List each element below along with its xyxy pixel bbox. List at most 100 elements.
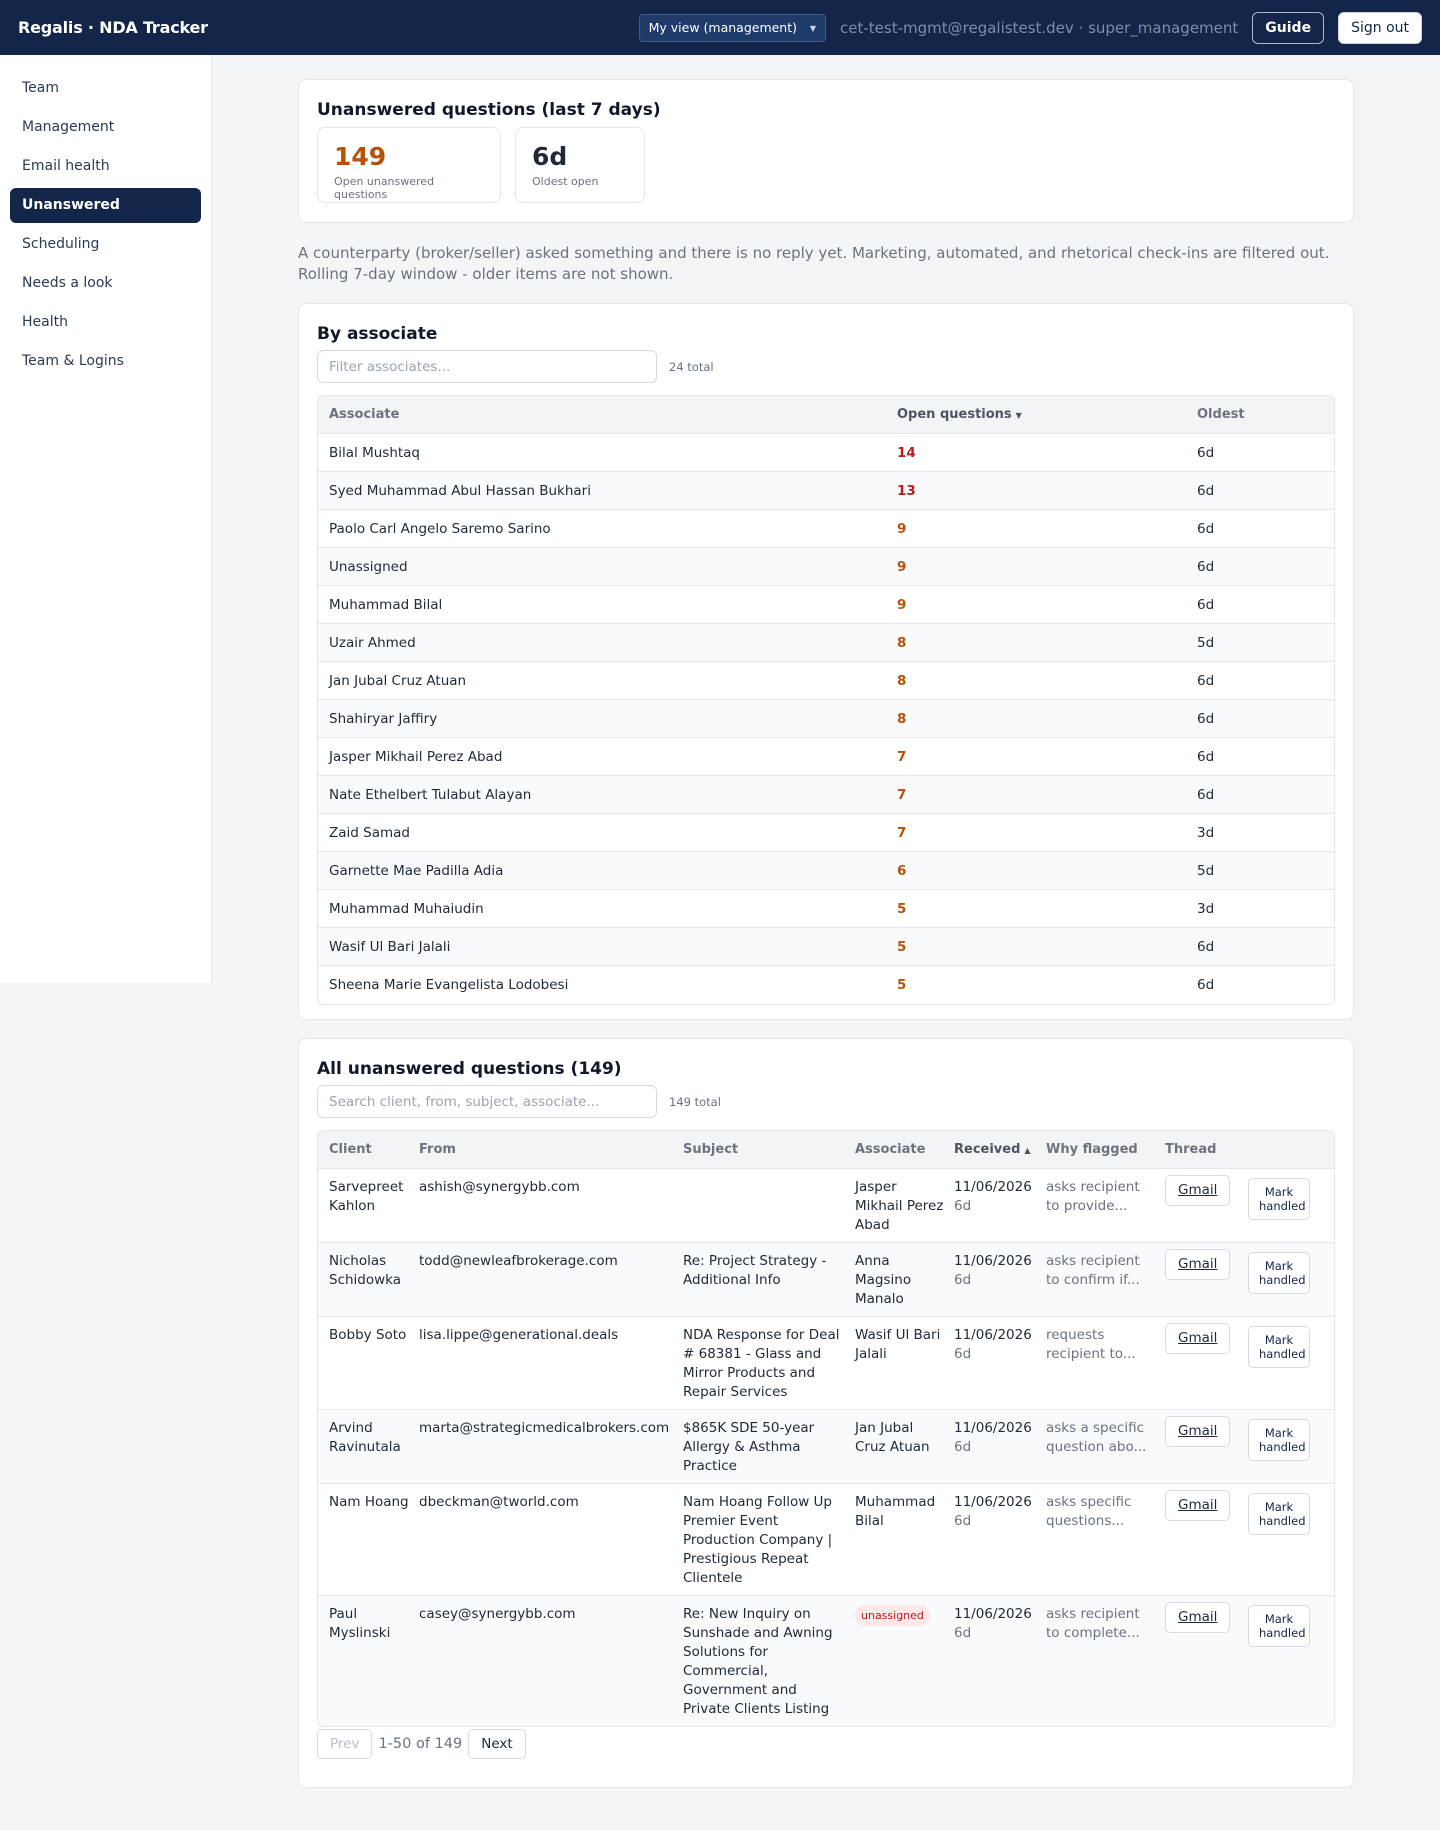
table-row[interactable]: Shahiryar Jaffiry 8 6d <box>318 700 1334 738</box>
associate-name: Wasif Ul Bari Jalali <box>329 938 451 955</box>
thread-cell: Gmail <box>1165 1602 1248 1719</box>
open-questions-count: 9 <box>897 558 907 575</box>
received-date: 11/06/2026 <box>954 1606 1032 1622</box>
col-open-questions[interactable]: Open questions ▼ <box>897 407 1197 422</box>
table-row[interactable]: Muhammad Muhaiudin 5 3d <box>318 890 1334 928</box>
guide-button[interactable]: Guide <box>1252 11 1325 44</box>
oldest-age: 6d <box>1197 938 1215 955</box>
client-cell: Nam Hoang <box>329 1494 409 1510</box>
subject-cell: Nam Hoang Follow Up Premier Event Produc… <box>683 1494 833 1586</box>
received-cell: 11/06/2026 6d <box>954 1178 1046 1235</box>
table-row[interactable]: Muhammad Bilal 9 6d <box>318 586 1334 624</box>
mark-handled-button[interactable]: Mark handled <box>1248 1178 1310 1220</box>
app-title: Regalis · NDA Tracker <box>18 18 208 37</box>
table-row: Nicholas Schidowka todd@newleafbrokerage.… <box>318 1243 1334 1317</box>
sort-desc-icon: ▼ <box>1015 411 1022 420</box>
col-associate[interactable]: Associate <box>855 1142 954 1157</box>
table-row[interactable]: Zaid Samad 7 3d <box>318 814 1334 852</box>
chevron-down-icon: ▼ <box>809 23 817 33</box>
subject-cell: Re: Project Strategy - Additional Info <box>683 1253 827 1288</box>
table-row[interactable]: Bilal Mushtaq 14 6d <box>318 434 1334 472</box>
gmail-link-button[interactable]: Gmail <box>1165 1490 1231 1521</box>
received-age: 6d <box>954 1439 972 1455</box>
table-row[interactable]: Jasper Mikhail Perez Abad 7 6d <box>318 738 1334 776</box>
view-select[interactable]: My view (management) ▼ <box>638 13 827 42</box>
thread-cell: Gmail <box>1165 1175 1248 1235</box>
sidebar-item-unanswered[interactable]: Unanswered <box>10 188 201 223</box>
table-row[interactable]: Nate Ethelbert Tulabut Alayan 7 6d <box>318 776 1334 814</box>
open-questions-count: 9 <box>897 596 907 613</box>
user-info: cet-test-mgmt@regalistest.dev · super_ma… <box>840 18 1239 37</box>
col-subject[interactable]: Subject <box>683 1142 855 1157</box>
associate-name: Jasper Mikhail Perez Abad <box>329 748 503 765</box>
prev-page-button[interactable]: Prev <box>317 1729 373 1759</box>
received-cell: 11/06/2026 6d <box>954 1419 1046 1476</box>
summary-title: Unanswered questions (last 7 days) <box>317 100 661 120</box>
subject-cell: $865K SDE 50-year Allergy & Asthma Pract… <box>683 1420 815 1474</box>
mark-handled-button[interactable]: Mark handled <box>1248 1419 1310 1461</box>
sidebar-item-health[interactable]: Health <box>10 305 201 340</box>
table-row[interactable]: Syed Muhammad Abul Hassan Bukhari 13 6d <box>318 472 1334 510</box>
table-row[interactable]: Wasif Ul Bari Jalali 5 6d <box>318 928 1334 966</box>
oldest-age: 6d <box>1197 596 1215 613</box>
action-cell: Mark handled <box>1248 1252 1310 1309</box>
associate-name: Paolo Carl Angelo Saremo Sarino <box>329 520 551 537</box>
associate-name: Jan Jubal Cruz Atuan <box>329 672 467 689</box>
col-why-flagged: Why flagged <box>1046 1142 1138 1157</box>
received-date: 11/06/2026 <box>954 1420 1032 1436</box>
gmail-link-button[interactable]: Gmail <box>1165 1249 1231 1280</box>
received-date: 11/06/2026 <box>954 1179 1032 1195</box>
table-row[interactable]: Sheena Marie Evangelista Lodobesi 5 6d <box>318 966 1334 1004</box>
mark-handled-button[interactable]: Mark handled <box>1248 1252 1310 1294</box>
col-oldest[interactable]: Oldest <box>1197 407 1245 422</box>
sort-asc-icon: ▲ <box>1024 1146 1031 1155</box>
sign-out-button[interactable]: Sign out <box>1338 11 1422 44</box>
by-associate-title: By associate <box>317 324 438 344</box>
thread-cell: Gmail <box>1165 1416 1248 1476</box>
mark-handled-button[interactable]: Mark handled <box>1248 1326 1310 1368</box>
mark-handled-button[interactable]: Mark handled <box>1248 1493 1310 1535</box>
gmail-link-button[interactable]: Gmail <box>1165 1175 1231 1206</box>
open-questions-count: 8 <box>897 634 907 651</box>
oldest-age: 5d <box>1197 634 1215 651</box>
from-cell: todd@newleafbrokerage.com <box>419 1253 618 1269</box>
filter-associates-input[interactable]: Filter associates... <box>317 350 657 383</box>
sidebar-item-team[interactable]: Team <box>10 71 201 106</box>
oldest-age: 6d <box>1197 520 1215 537</box>
open-questions-count: 8 <box>897 710 907 727</box>
open-questions-count: 13 <box>897 482 916 499</box>
mark-handled-button[interactable]: Mark handled <box>1248 1605 1310 1647</box>
open-questions-count: 14 <box>897 444 916 461</box>
table-row[interactable]: Uzair Ahmed 8 5d <box>318 624 1334 662</box>
oldest-age: 6d <box>1197 444 1215 461</box>
by-associate-card: By associate Filter associates... 24 tot… <box>298 303 1354 1020</box>
search-questions-input[interactable]: Search client, from, subject, associate.… <box>317 1085 657 1118</box>
open-questions-count: 7 <box>897 824 907 841</box>
why-flagged-cell: asks recipient to provide... <box>1046 1179 1140 1214</box>
table-row[interactable]: Paolo Carl Angelo Saremo Sarino 9 6d <box>318 510 1334 548</box>
sidebar-item-management[interactable]: Management <box>10 110 201 145</box>
table-row[interactable]: Unassigned 9 6d <box>318 548 1334 586</box>
from-cell: casey@synergybb.com <box>419 1606 576 1622</box>
gmail-link-button[interactable]: Gmail <box>1165 1416 1231 1447</box>
col-from[interactable]: From <box>419 1142 683 1157</box>
action-cell: Mark handled <box>1248 1178 1310 1235</box>
sidebar-item-email-health[interactable]: Email health <box>10 149 201 184</box>
associate-cell: unassigned <box>855 1605 954 1719</box>
received-cell: 11/06/2026 6d <box>954 1326 1046 1402</box>
sidebar-item-team-logins[interactable]: Team & Logins <box>10 344 201 379</box>
sidebar-item-needs-a-look[interactable]: Needs a look <box>10 266 201 301</box>
col-associate[interactable]: Associate <box>318 407 897 422</box>
table-row[interactable]: Jan Jubal Cruz Atuan 8 6d <box>318 662 1334 700</box>
sidebar: Team Management Email health Unanswered Sche… <box>0 55 212 983</box>
oldest-age: 6d <box>1197 977 1215 993</box>
gmail-link-button[interactable]: Gmail <box>1165 1602 1231 1633</box>
open-questions-count: 7 <box>897 786 907 803</box>
table-row[interactable]: Garnette Mae Padilla Adia 6 5d <box>318 852 1334 890</box>
client-cell: Sarvepreet Kahlon <box>329 1179 404 1214</box>
col-client[interactable]: Client <box>318 1142 419 1157</box>
next-page-button[interactable]: Next <box>468 1729 526 1759</box>
sidebar-item-scheduling[interactable]: Scheduling <box>10 227 201 262</box>
col-received[interactable]: Received ▲ <box>954 1142 1046 1157</box>
gmail-link-button[interactable]: Gmail <box>1165 1323 1231 1354</box>
